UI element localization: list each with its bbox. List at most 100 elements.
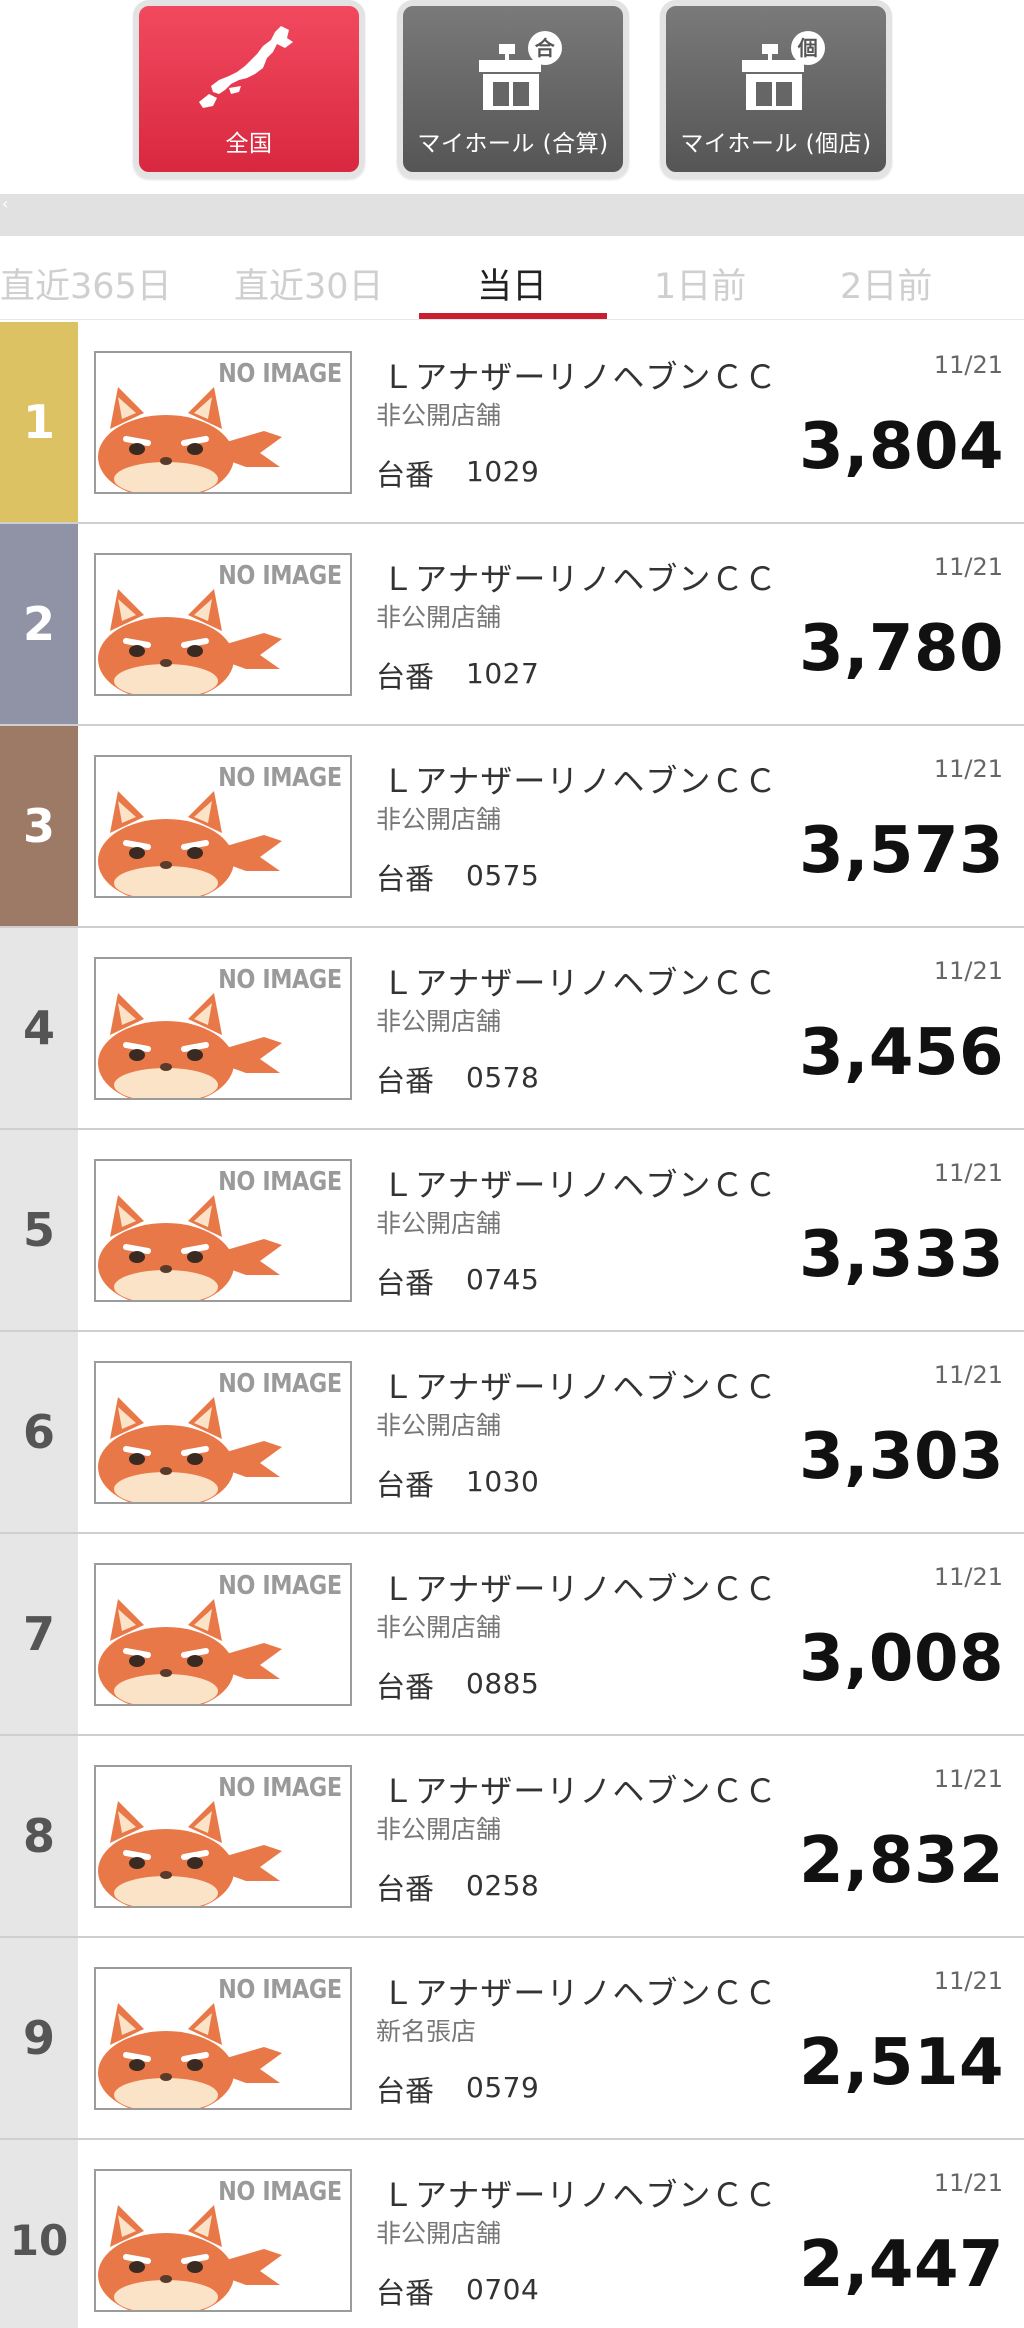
rank-number: 7 — [0, 1534, 78, 1734]
ranking-row[interactable]: 10 NO IMAGE ＬアナザーリノヘブンＣＣ 非公開店舗 台番 0704 1… — [0, 2140, 1024, 2328]
stand-label: 台番 — [376, 458, 435, 492]
chevron-icon: ‹ — [2, 194, 9, 213]
payout-value: 3,303 — [799, 1420, 1004, 1494]
rank-number: 1 — [0, 322, 78, 522]
stand-number: 0258 — [466, 1869, 540, 1902]
payout-value: 2,514 — [799, 2026, 1004, 2100]
no-image-cat-icon — [98, 2205, 282, 2310]
stand-number: 1027 — [466, 657, 540, 690]
no-image-cat-icon — [98, 2003, 282, 2108]
stand-label: 台番 — [376, 862, 435, 896]
store-name: 非公開店舗 — [376, 1411, 502, 1440]
stand-label: 台番 — [376, 660, 435, 694]
tab-last-30-days[interactable]: 直近30日 — [234, 258, 384, 309]
machine-name: ＬアナザーリノヘブンＣＣ — [382, 1974, 778, 2012]
machine-thumbnail: NO IMAGE — [94, 1765, 352, 1908]
machine-name: ＬアナザーリノヘブンＣＣ — [382, 1166, 778, 1204]
tab-2-days-ago[interactable]: 2日前 — [840, 258, 932, 309]
ranking-row[interactable]: 8 NO IMAGE ＬアナザーリノヘブンＣＣ 非公開店舗 台番 0258 11… — [0, 1736, 1024, 1938]
record-date: 11/21 — [933, 755, 1003, 783]
ranking-row[interactable]: 7 NO IMAGE ＬアナザーリノヘブンＣＣ 非公開店舗 台番 0885 11… — [0, 1534, 1024, 1736]
no-image-cat-icon — [98, 791, 282, 896]
stand-label: 台番 — [376, 1670, 435, 1704]
machine-thumbnail: NO IMAGE — [94, 553, 352, 696]
section-divider — [0, 194, 1024, 236]
rank-number: 6 — [0, 1332, 78, 1532]
store-name: 非公開店舗 — [376, 1209, 502, 1238]
stand-number: 1029 — [466, 455, 540, 488]
store-name: 非公開店舗 — [376, 1815, 502, 1844]
record-date: 11/21 — [933, 1361, 1003, 1389]
record-date: 11/21 — [933, 1159, 1003, 1187]
ranking-row[interactable]: 9 NO IMAGE ＬアナザーリノヘブンＣＣ 新名張店 台番 0579 11/… — [0, 1938, 1024, 2140]
mode-button-nationwide[interactable]: 全国 — [133, 0, 365, 178]
rank-number: 8 — [0, 1736, 78, 1936]
record-date: 11/21 — [933, 2169, 1003, 2197]
machine-thumbnail: NO IMAGE — [94, 2169, 352, 2312]
payout-value: 2,447 — [799, 2228, 1004, 2302]
mode-label-nationwide: 全国 — [225, 131, 273, 157]
stand-number: 0578 — [466, 1061, 540, 1094]
record-date: 11/21 — [933, 553, 1003, 581]
ranking-row[interactable]: 6 NO IMAGE ＬアナザーリノヘブンＣＣ 非公開店舗 台番 1030 11… — [0, 1332, 1024, 1534]
machine-thumbnail: NO IMAGE — [94, 1967, 352, 2110]
machine-name: ＬアナザーリノヘブンＣＣ — [382, 358, 778, 396]
store-name: 非公開店舗 — [376, 603, 502, 632]
no-image-cat-icon — [98, 1599, 282, 1704]
machine-thumbnail: NO IMAGE — [94, 1361, 352, 1504]
rank-number: 2 — [0, 524, 78, 724]
machine-thumbnail: NO IMAGE — [94, 351, 352, 494]
record-date: 11/21 — [933, 957, 1003, 985]
ranking-row[interactable]: 5 NO IMAGE ＬアナザーリノヘブンＣＣ 非公開店舗 台番 0745 11… — [0, 1130, 1024, 1332]
record-date: 11/21 — [933, 1967, 1003, 1995]
payout-value: 3,780 — [799, 612, 1004, 686]
machine-name: ＬアナザーリノヘブンＣＣ — [382, 560, 778, 598]
no-image-cat-icon — [98, 993, 282, 1098]
tab-today[interactable]: 当日 — [477, 258, 547, 309]
mode-label-myhall-single: マイホール (個店) — [680, 131, 872, 157]
mode-selector: 全国 合 マイホール (合算) 個 マイホール (個店) — [0, 0, 1024, 192]
machine-thumbnail: NO IMAGE — [94, 1159, 352, 1302]
rank-number: 9 — [0, 1938, 78, 2138]
payout-value: 3,456 — [799, 1016, 1004, 1090]
rank-number: 4 — [0, 928, 78, 1128]
ranking-row[interactable]: 4 NO IMAGE ＬアナザーリノヘブンＣＣ 非公開店舗 台番 0578 11… — [0, 928, 1024, 1130]
payout-value: 3,008 — [799, 1622, 1004, 1696]
badge-single: 個 — [797, 36, 819, 60]
no-image-cat-icon — [98, 1801, 282, 1906]
payout-value: 2,832 — [799, 1824, 1004, 1898]
machine-name: ＬアナザーリノヘブンＣＣ — [382, 1772, 778, 1810]
mode-button-myhall-combined[interactable]: 合 マイホール (合算) — [397, 0, 629, 178]
stand-number: 0575 — [466, 859, 540, 892]
stand-label: 台番 — [376, 1064, 435, 1098]
stand-number: 0885 — [466, 1667, 540, 1700]
stand-label: 台番 — [376, 1872, 435, 1906]
store-name: 非公開店舗 — [376, 1007, 502, 1036]
tab-last-365-days[interactable]: 直近365日 — [0, 258, 172, 309]
payout-value: 3,333 — [799, 1218, 1004, 1292]
record-date: 11/21 — [933, 1765, 1003, 1793]
badge-combined: 合 — [535, 36, 556, 60]
store-name: 非公開店舗 — [376, 2219, 502, 2248]
ranking-row[interactable]: 2 NO IMAGE ＬアナザーリノヘブンＣＣ 非公開店舗 台番 1027 11… — [0, 524, 1024, 726]
machine-name: ＬアナザーリノヘブンＣＣ — [382, 762, 778, 800]
no-image-cat-icon — [98, 387, 282, 492]
period-tabs: 直近365日 直近30日 当日 1日前 2日前 — [0, 236, 1024, 320]
rank-number: 3 — [0, 726, 78, 926]
stand-number: 0745 — [466, 1263, 540, 1296]
tab-1-day-ago[interactable]: 1日前 — [654, 258, 746, 309]
ranking-row[interactable]: 1 NO IMAGE ＬアナザーリノヘブンＣＣ 非公開店舗 台番 1029 11… — [0, 322, 1024, 524]
ranking-list: 1 NO IMAGE ＬアナザーリノヘブンＣＣ 非公開店舗 台番 1029 11… — [0, 322, 1024, 2328]
stand-number: 0704 — [466, 2273, 540, 2306]
rank-number: 10 — [0, 2140, 78, 2328]
store-name: 非公開店舗 — [376, 805, 502, 834]
mode-button-myhall-single[interactable]: 個 マイホール (個店) — [660, 0, 892, 178]
stand-label: 台番 — [376, 1468, 435, 1502]
machine-thumbnail: NO IMAGE — [94, 1563, 352, 1706]
japan-map-icon — [199, 26, 293, 108]
mode-label-myhall-combined: マイホール (合算) — [417, 131, 609, 157]
active-tab-indicator — [419, 313, 607, 319]
ranking-row[interactable]: 3 NO IMAGE ＬアナザーリノヘブンＣＣ 非公開店舗 台番 0575 11… — [0, 726, 1024, 928]
store-name: 非公開店舗 — [376, 401, 502, 430]
machine-name: ＬアナザーリノヘブンＣＣ — [382, 1368, 778, 1406]
